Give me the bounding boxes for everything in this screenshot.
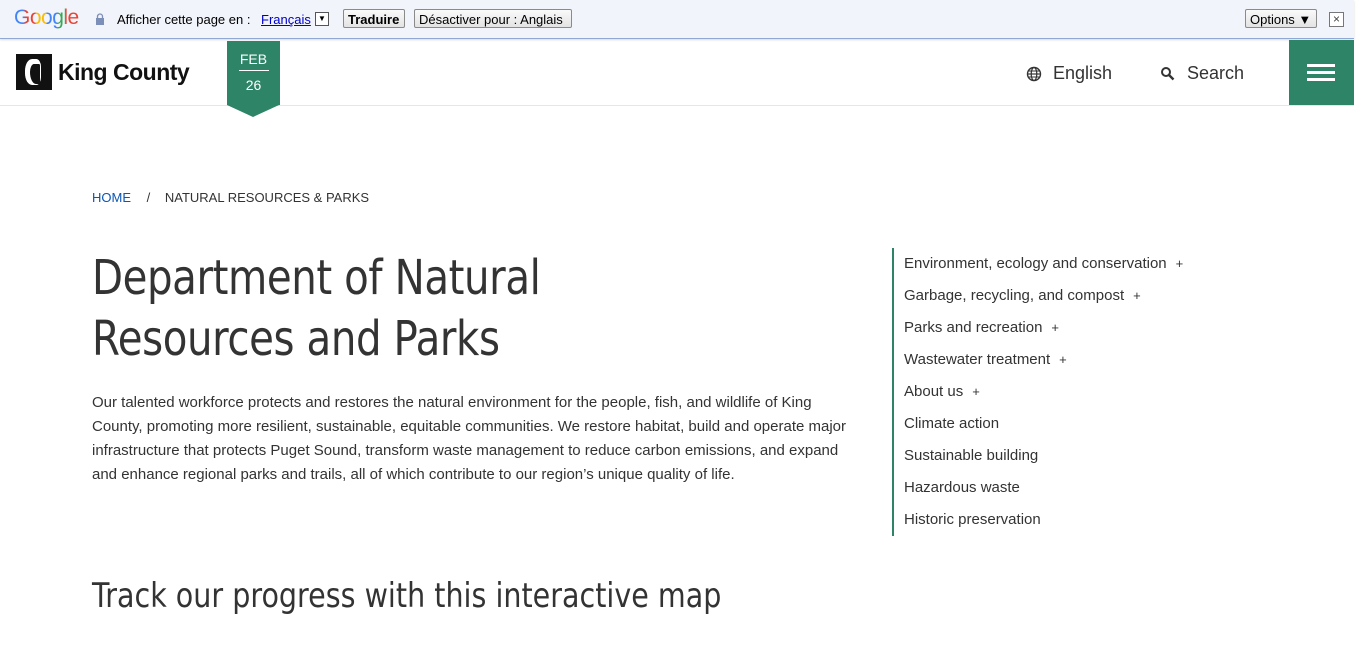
map-section-heading: Track our progress with this interactive… xyxy=(92,576,722,616)
dropdown-arrow-icon[interactable]: ▼ xyxy=(315,12,329,26)
date-badge: FEB 26 xyxy=(227,41,280,117)
language-button[interactable]: English xyxy=(1026,63,1112,84)
side-nav-item-wastewater[interactable]: Wastewater treatment + xyxy=(904,351,1067,368)
disable-translate-button[interactable]: Désactiver pour : Anglais xyxy=(414,9,572,28)
hamburger-icon-line xyxy=(1307,71,1335,74)
expand-plus-icon[interactable]: + xyxy=(1051,320,1059,335)
side-nav-item-environment[interactable]: Environment, ecology and conservation + xyxy=(904,255,1183,272)
side-nav-label: Environment, ecology and conservation xyxy=(904,255,1167,272)
language-label: English xyxy=(1053,63,1113,83)
search-label: Search xyxy=(1187,63,1245,83)
search-button[interactable]: Search xyxy=(1160,63,1244,84)
search-icon xyxy=(1161,66,1175,80)
side-nav-item-historic-preservation[interactable]: Historic preservation xyxy=(904,511,1041,528)
side-nav-label: About us xyxy=(904,383,964,400)
side-nav-label: Sustainable building xyxy=(904,447,1039,464)
mlk-logo-icon xyxy=(16,54,52,90)
side-nav-item-climate[interactable]: Climate action xyxy=(904,415,999,432)
side-nav-label: Wastewater treatment xyxy=(904,351,1051,368)
side-nav: Environment, ecology and conservation + G… xyxy=(892,248,1234,536)
menu-button[interactable] xyxy=(1289,40,1354,105)
side-nav-item-about[interactable]: About us + xyxy=(904,383,980,400)
side-nav-label: Hazardous waste xyxy=(904,479,1020,496)
king-county-logo[interactable]: King County xyxy=(16,54,190,90)
hamburger-icon xyxy=(1307,64,1335,67)
language-select[interactable]: Français xyxy=(261,12,311,27)
side-nav-item-parks[interactable]: Parks and recreation + xyxy=(904,319,1059,336)
globe-icon xyxy=(1026,66,1042,81)
expand-plus-icon[interactable]: + xyxy=(1176,256,1184,271)
expand-plus-icon[interactable]: + xyxy=(1133,288,1141,303)
site-header: King County FEB 26 English Search xyxy=(0,39,1354,117)
intro-paragraph: Our talented workforce protects and rest… xyxy=(92,394,847,483)
side-nav-item-hazardous-waste[interactable]: Hazardous waste xyxy=(904,479,1020,496)
expand-plus-icon[interactable]: + xyxy=(972,384,980,399)
side-nav-label: Climate action xyxy=(904,415,1000,432)
date-day: 26 xyxy=(245,77,262,93)
translate-bar: Google Afficher cette page en : Français… xyxy=(0,0,1354,39)
breadcrumb-separator: / xyxy=(146,190,151,205)
side-nav-label: Historic preservation xyxy=(904,511,1041,528)
options-button[interactable]: Options ▼ xyxy=(1245,9,1317,28)
side-nav-item-garbage[interactable]: Garbage, recycling, and compost + xyxy=(904,287,1141,304)
breadcrumb-current: NATURAL RESOURCES & PARKS xyxy=(164,190,370,205)
breadcrumb: HOME / NATURAL RESOURCES & PARKS xyxy=(92,190,369,205)
expand-plus-icon[interactable]: + xyxy=(1059,352,1067,367)
hamburger-icon-line xyxy=(1307,78,1335,81)
side-nav-item-sustainable-building[interactable]: Sustainable building xyxy=(904,447,1038,464)
lock-icon xyxy=(96,13,104,25)
translate-button[interactable]: Traduire xyxy=(343,9,405,28)
side-nav-label: Garbage, recycling, and compost xyxy=(904,287,1125,304)
page-title: Department of Natural Resources and Park… xyxy=(92,250,541,367)
logo-text: King County xyxy=(58,58,190,85)
translate-prompt: Afficher cette page en : xyxy=(117,12,251,27)
side-nav-label: Parks and recreation xyxy=(904,319,1043,336)
google-logo: Google xyxy=(14,6,79,29)
date-month: FEB xyxy=(238,51,269,71)
breadcrumb-home-link[interactable]: HOME xyxy=(92,190,131,205)
close-icon[interactable]: × xyxy=(1329,12,1344,27)
